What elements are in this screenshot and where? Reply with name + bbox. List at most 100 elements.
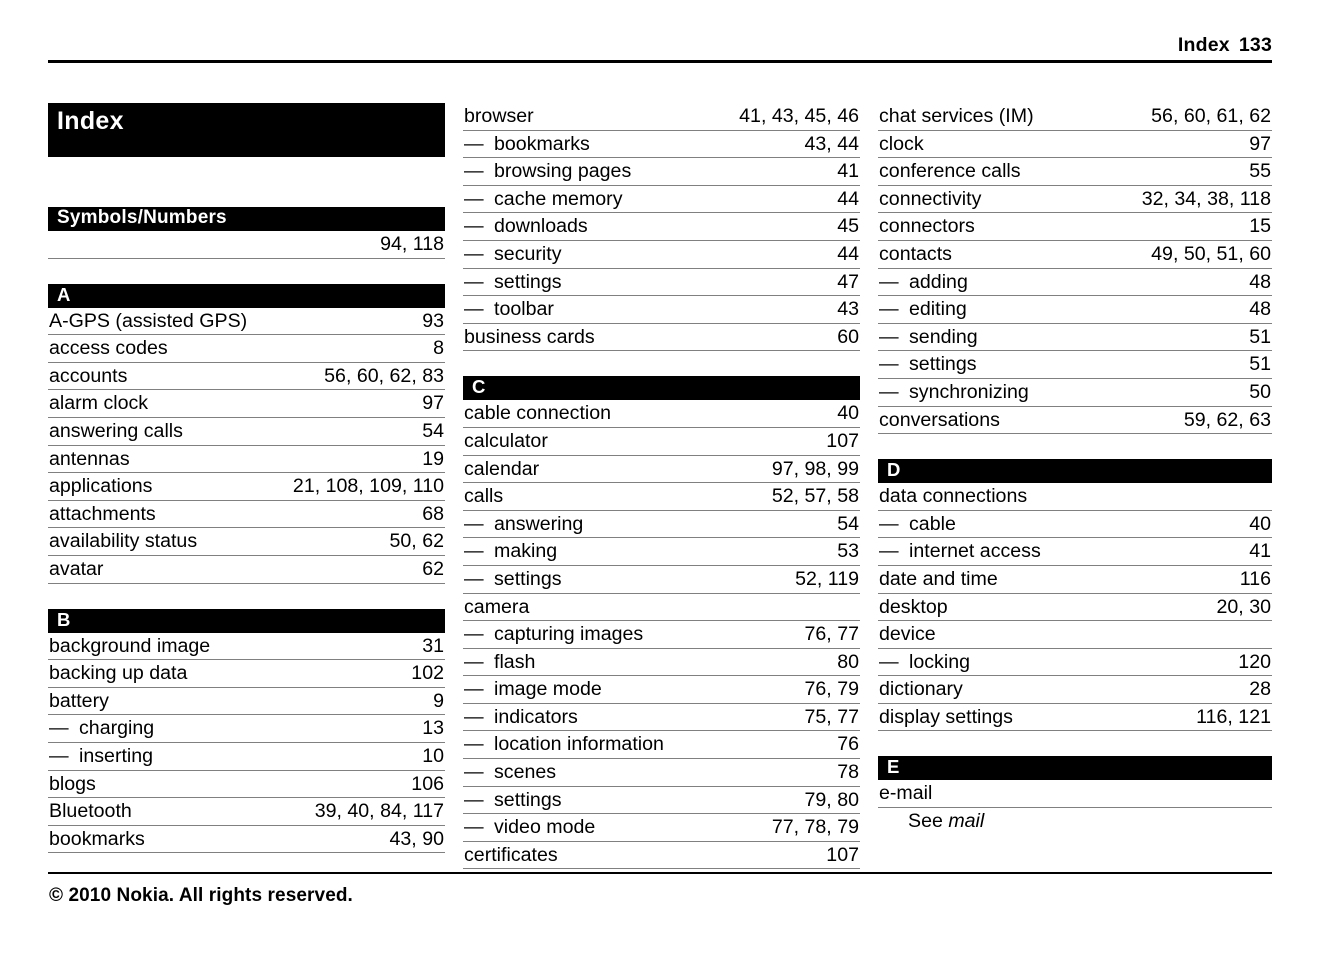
index-entry-label: — sending [879,325,978,348]
index-entry[interactable]: — cache memory 44 [463,186,860,214]
index-entry[interactable]: — capturing images 76, 77 [463,621,860,649]
index-entry-pages: 15 [1249,215,1271,238]
index-entry[interactable]: conference calls 55 [878,158,1272,186]
index-entry[interactable]: dictionary 28 [878,676,1272,704]
index-entry[interactable]: — browsing pages 41 [463,158,860,186]
index-entry[interactable]: e-mail [878,780,1272,809]
index-entry[interactable]: calls 52, 57, 58 [463,483,860,511]
index-entry[interactable]: — security 44 [463,241,860,269]
index-entry-pages: 120 [1238,650,1271,673]
index-entry[interactable]: calculator 107 [463,428,860,456]
index-entry[interactable]: accounts 56, 60, 62, 83 [48,363,445,391]
index-entry[interactable]: connectors 15 [878,213,1272,241]
index-entry[interactable]: — answering 54 [463,511,860,539]
index-entry-label: See mail [908,810,985,833]
index-entry[interactable]: business cards 60 [463,324,860,352]
index-entry-label: — making [464,540,558,563]
index-entry[interactable]: desktop 20, 30 [878,594,1272,622]
subentry-dash-icon: — [879,512,899,535]
index-entry[interactable]: attachments 68 [48,501,445,529]
index-entry[interactable]: access codes 8 [48,335,445,363]
index-entry[interactable]: applications 21, 108, 109, 110 [48,473,445,501]
index-entry[interactable]: — charging 13 [48,715,445,743]
index-entry-label: — inserting [49,744,154,767]
index-entry-label: date and time [879,567,998,590]
index-entry[interactable]: backing up data 102 [48,660,445,688]
index-entry[interactable]: See mail [878,808,1272,835]
index-entry[interactable]: — scenes 78 [463,759,860,787]
index-entry[interactable]: — adding 48 [878,269,1272,297]
index-entry-pages: 97 [1249,132,1271,155]
index-entry-pages: 45 [837,215,859,238]
index-entry-pages: 44 [837,187,859,210]
index-entry[interactable]: avatar 62 [48,556,445,584]
index-entry[interactable]: — toolbar 43 [463,296,860,324]
index-entry[interactable]: — making 53 [463,538,860,566]
index-entry[interactable]: contacts 49, 50, 51, 60 [878,241,1272,269]
index-entry[interactable]: — editing 48 [878,296,1272,324]
index-entry[interactable]: — inserting 10 [48,743,445,771]
index-entry[interactable]: 94, 118 [48,231,445,259]
index-entry[interactable]: background image 31 [48,633,445,661]
index-entry-label: display settings [879,705,1013,728]
index-entry[interactable]: — cable 40 [878,511,1272,539]
section-heading-label: Symbols/Numbers [57,207,227,228]
index-entry[interactable]: connectivity 32, 34, 38, 118 [878,186,1272,214]
index-entry[interactable]: antennas 19 [48,446,445,474]
index-entry[interactable]: A-GPS (assisted GPS) 93 [48,308,445,336]
index-entry[interactable]: — location information 76 [463,731,860,760]
index-entry[interactable]: battery 9 [48,688,445,716]
index-entry[interactable]: calendar 97, 98, 99 [463,456,860,484]
index-entry[interactable]: — bookmarks 43, 44 [463,131,860,159]
index-entry-label: — indicators [464,705,578,728]
index-entry-pages: 40 [1249,512,1271,535]
index-entry[interactable]: — downloads 45 [463,213,860,241]
subentry-dash-icon: — [464,788,484,811]
index-entry-label: — charging [49,717,155,740]
index-entry[interactable]: — settings 51 [878,351,1272,379]
index-entry[interactable]: display settings 116, 121 [878,704,1272,732]
index-entry[interactable]: date and time 116 [878,566,1272,594]
index-entry[interactable]: Bluetooth 39, 40, 84, 117 [48,798,445,826]
index-entry[interactable]: — indicators 75, 77 [463,704,860,732]
index-entry-pages: 28 [1249,678,1271,701]
index-entry[interactable]: blogs 106 [48,771,445,799]
index-entry[interactable]: alarm clock 97 [48,390,445,418]
index-entry[interactable]: clock 97 [878,131,1272,159]
index-entry-pages: 51 [1249,325,1271,348]
index-entry-pages: 52, 119 [795,567,859,590]
index-entry[interactable]: browser 41, 43, 45, 46 [463,103,860,131]
index-entry[interactable]: device [878,621,1272,649]
index-entry[interactable]: certificates 107 [463,842,860,870]
index-entry[interactable]: — settings 47 [463,269,860,297]
index-entry-pages: 50 [1249,380,1271,403]
index-entry[interactable]: — settings 52, 119 [463,566,860,594]
index-entry-pages: 41 [1249,540,1271,563]
index-entry-pages: 94, 118 [380,233,444,255]
section-heading-label: E [887,756,900,778]
index-entry[interactable]: answering calls 54 [48,418,445,446]
index-entry[interactable]: — image mode 76, 79 [463,676,860,704]
index-entry[interactable]: conversations 59, 62, 63 [878,407,1272,435]
index-entry[interactable]: chat services (IM) 56, 60, 61, 62 [878,103,1272,131]
index-entry[interactable]: — sending 51 [878,324,1272,352]
index-entry-pages: 52, 57, 58 [771,485,859,508]
index-entry[interactable]: bookmarks 43, 90 [48,826,445,854]
index-entry-pages: 44 [837,242,859,265]
index-entry[interactable]: — synchronizing 50 [878,379,1272,407]
index-entry[interactable]: data connections [878,483,1272,511]
index-entry[interactable]: availability status 50, 62 [48,528,445,556]
index-entry[interactable]: camera [463,594,860,622]
index-entry-label: — locking [879,650,970,673]
cross-reference-target[interactable]: mail [948,810,984,832]
index-entry[interactable]: cable connection 40 [463,400,860,428]
index-entry[interactable]: — settings 79, 80 [463,787,860,815]
index-entry-pages: 48 [1249,270,1271,293]
index-entry[interactable]: — internet access 41 [878,538,1272,566]
section-heading-label: A [57,283,71,305]
index-entry-pages: 78 [837,761,859,784]
index-entry[interactable]: — locking 120 [878,649,1272,677]
index-entry[interactable]: — video mode 77, 78, 79 [463,814,860,842]
index-entry[interactable]: — flash 80 [463,649,860,677]
index-entry-label: — capturing images [464,623,644,646]
